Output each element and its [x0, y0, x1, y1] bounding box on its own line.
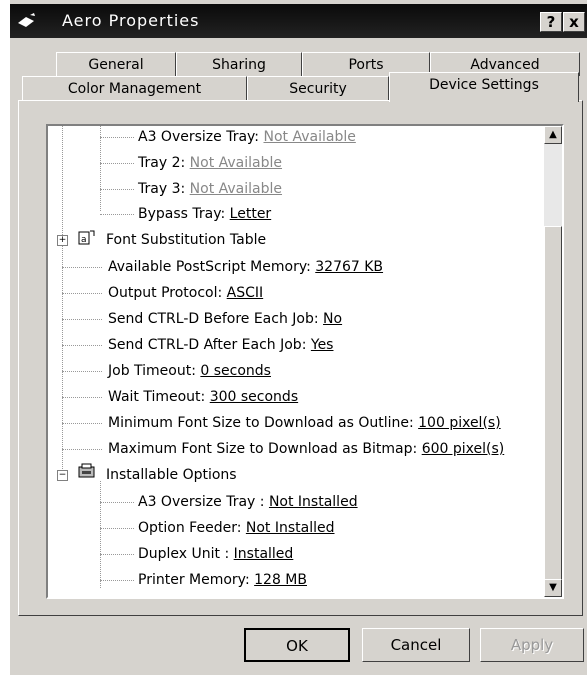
tab-general[interactable]: General: [56, 52, 176, 76]
tree-item-a3-oversize-installed[interactable]: A3 Oversize Tray : Not Installed: [138, 491, 358, 513]
tab-sharing[interactable]: Sharing: [176, 52, 302, 76]
tree-item-duplex-unit[interactable]: Duplex Unit : Installed: [138, 543, 293, 565]
tree-item-tray-3[interactable]: Tray 3: Not Available: [138, 178, 282, 200]
title-bar: Aero Properties ? x: [10, 4, 587, 38]
scroll-up-icon[interactable]: ▲: [544, 126, 562, 144]
tab-color-management[interactable]: Color Management: [22, 76, 247, 100]
printer-icon: [18, 13, 35, 27]
tree-item-max-font-bitmap[interactable]: Maximum Font Size to Download as Bitmap:…: [108, 438, 504, 460]
tree-item-ctrl-d-before[interactable]: Send CTRL-D Before Each Job: No: [108, 308, 342, 330]
tree-item-postscript-memory[interactable]: Available PostScript Memory: 32767 KB: [108, 256, 383, 278]
svg-text:a: a: [81, 235, 87, 245]
close-button[interactable]: x: [563, 12, 585, 32]
tab-security[interactable]: Security: [247, 76, 389, 100]
vertical-scrollbar[interactable]: ▲ ▼: [544, 126, 562, 597]
tree-item-ctrl-d-after[interactable]: Send CTRL-D After Each Job: Yes: [108, 334, 333, 356]
device-settings-tree: A3 Oversize Tray: Not Available Tray 2: …: [46, 124, 564, 599]
cancel-button[interactable]: Cancel: [362, 628, 470, 662]
help-button[interactable]: ?: [540, 12, 562, 32]
tree-item-font-substitution[interactable]: Font Substitution Table: [106, 229, 266, 251]
apply-button[interactable]: Apply: [480, 628, 584, 662]
scroll-down-icon[interactable]: ▼: [544, 579, 562, 597]
properties-dialog: Aero Properties ? x General Sharing Port…: [10, 0, 587, 675]
tab-device-settings[interactable]: Device Settings: [389, 72, 579, 102]
tree-item-min-font-outline[interactable]: Minimum Font Size to Download as Outline…: [108, 412, 501, 434]
scroll-thumb[interactable]: [544, 226, 562, 580]
tree-item-printer-memory[interactable]: Printer Memory: 128 MB: [138, 569, 307, 591]
tree-item-tray-2[interactable]: Tray 2: Not Available: [138, 152, 282, 174]
tree-item-wait-timeout[interactable]: Wait Timeout: 300 seconds: [108, 386, 298, 408]
tree-item-output-protocol[interactable]: Output Protocol: ASCII: [108, 282, 263, 304]
ok-button[interactable]: OK: [244, 628, 350, 662]
tree-item-option-feeder[interactable]: Option Feeder: Not Installed: [138, 517, 335, 539]
tree-item-installable-options[interactable]: Installable Options: [106, 464, 237, 486]
window-title: Aero Properties: [62, 11, 200, 30]
tree-item-job-timeout[interactable]: Job Timeout: 0 seconds: [108, 360, 271, 382]
options-icon: [78, 463, 95, 478]
tree-item-a3-oversize-tray[interactable]: A3 Oversize Tray: Not Available: [138, 126, 356, 148]
collapse-icon[interactable]: −: [57, 470, 68, 481]
expand-icon[interactable]: +: [57, 235, 68, 246]
tree-item-bypass-tray[interactable]: Bypass Tray: Letter: [138, 203, 271, 225]
font-table-icon: a: [78, 230, 95, 245]
